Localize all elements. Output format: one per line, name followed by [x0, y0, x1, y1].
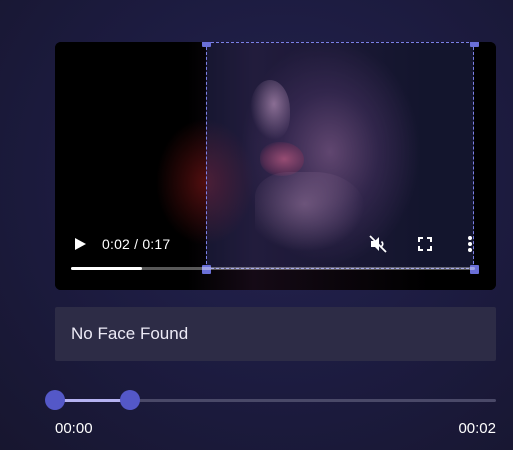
video-progress-fill — [71, 267, 143, 270]
crop-handle-top-right[interactable] — [470, 42, 479, 47]
video-controls: 0:02 / 0:17 — [55, 230, 496, 290]
range-start-label: 00:00 — [55, 420, 93, 437]
range-selected-fill — [55, 399, 130, 402]
time-readout: 0:02 / 0:17 — [102, 236, 171, 252]
fullscreen-icon[interactable] — [417, 236, 433, 252]
video-progress-bar[interactable] — [71, 267, 475, 270]
crop-handle-top-left[interactable] — [202, 42, 211, 47]
range-start-thumb[interactable] — [45, 390, 65, 410]
range-end-thumb[interactable] — [119, 390, 140, 410]
status-panel: No Face Found — [55, 307, 496, 361]
more-vertical-icon[interactable] — [467, 235, 473, 253]
status-message: No Face Found — [71, 324, 189, 343]
volume-muted-icon[interactable] — [368, 234, 388, 254]
video-player[interactable]: 0:02 / 0:17 — [55, 42, 496, 290]
trim-range-slider[interactable] — [45, 390, 496, 410]
range-end-label: 00:02 — [458, 420, 496, 437]
play-icon[interactable] — [73, 237, 87, 251]
